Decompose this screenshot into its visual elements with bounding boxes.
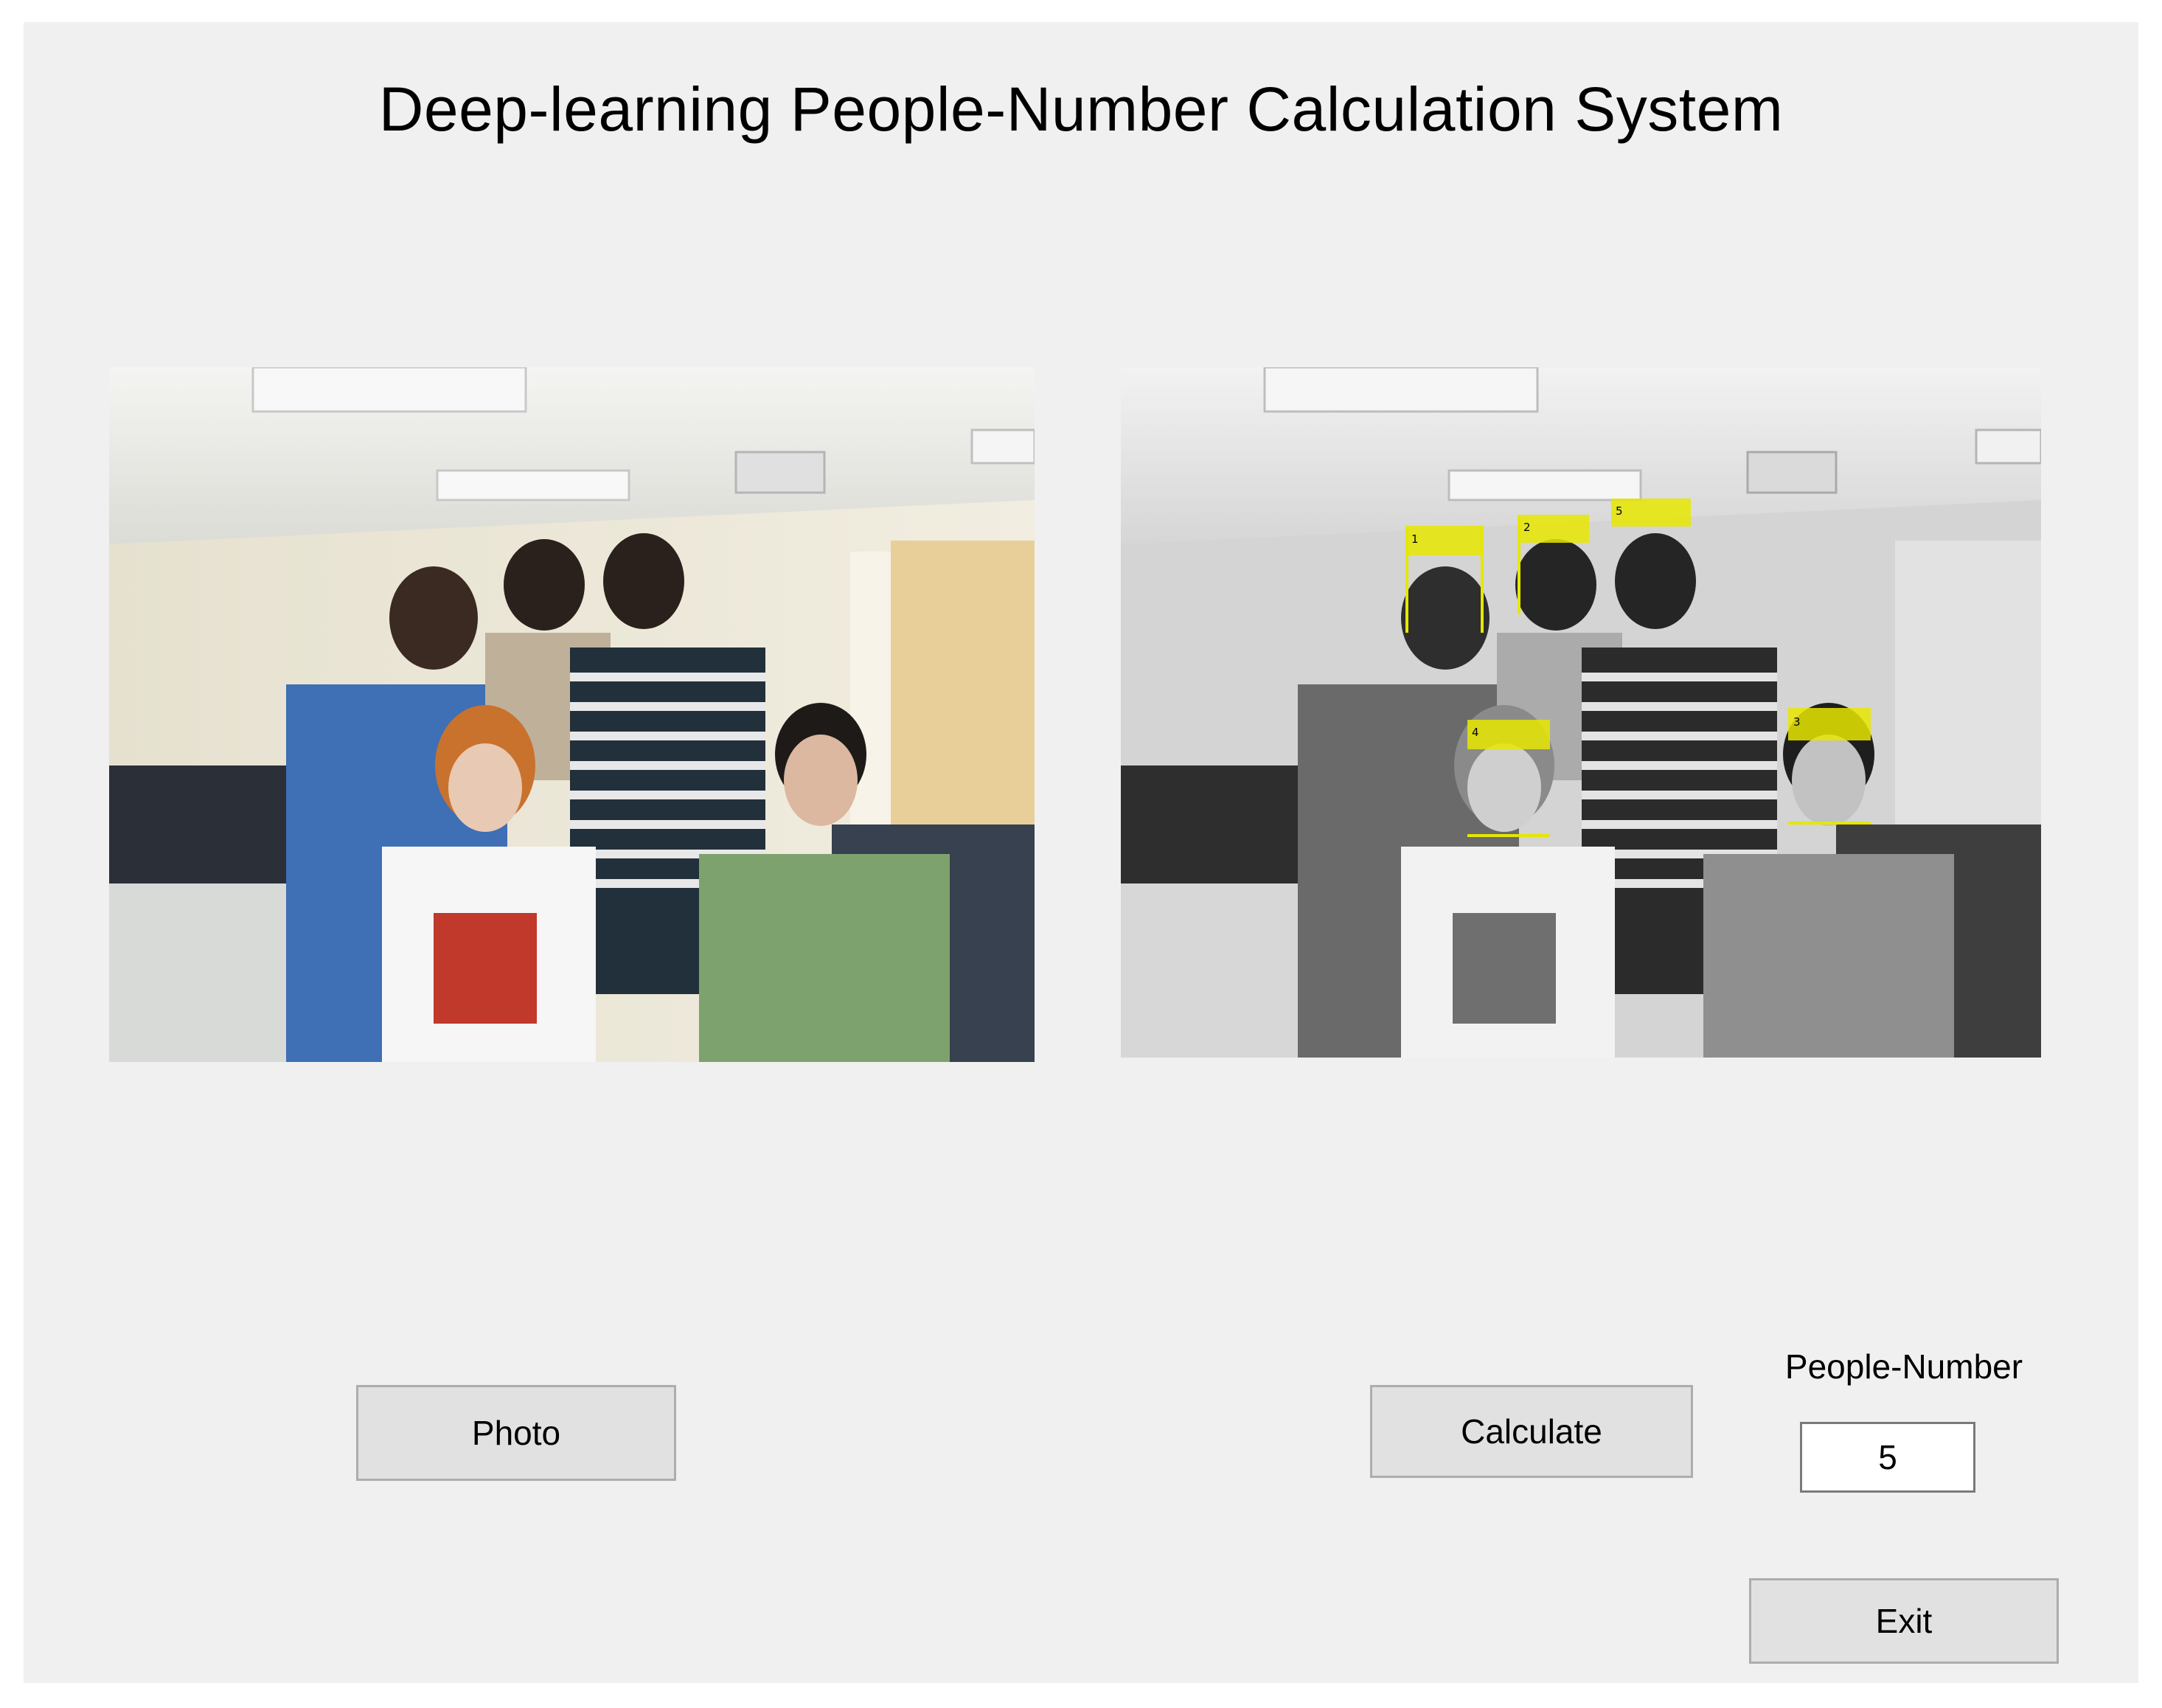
people-number-field[interactable] (1800, 1422, 1975, 1493)
photo-button[interactable]: Photo (356, 1385, 676, 1481)
original-photo (109, 367, 1035, 1062)
detection-label: 2 (1523, 521, 1531, 534)
detection-label: 3 (1793, 715, 1801, 729)
exit-button[interactable]: Exit (1749, 1578, 2059, 1664)
detection-label: 5 (1616, 504, 1623, 518)
detection-box: 5 (1611, 499, 1691, 527)
app-window: Deep-learning People-Number Calculation … (24, 22, 2138, 1683)
calculate-button[interactable]: Calculate (1370, 1385, 1693, 1478)
people-number-label: People-Number (1784, 1347, 2023, 1386)
detection-label: 1 (1411, 532, 1419, 546)
page-title: Deep-learning People-Number Calculation … (378, 74, 1784, 144)
processed-photo: 1 2 5 4 3 (1121, 367, 2041, 1058)
detection-label: 4 (1472, 726, 1479, 739)
